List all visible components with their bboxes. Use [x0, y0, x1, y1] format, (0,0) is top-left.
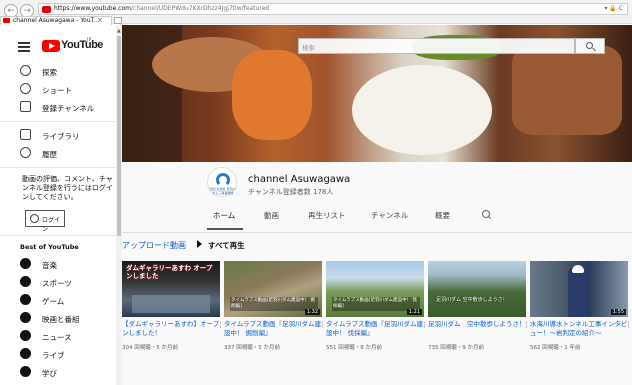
tab-title: channel Asuwagawa - YouT...: [13, 17, 100, 24]
video-title[interactable]: 【ダムギャラリーあすわ】オープンしました！: [122, 320, 220, 338]
video-duration: 1:21: [406, 309, 422, 315]
sidebar-item-shorts[interactable]: ショート: [0, 82, 120, 98]
compass-icon: [20, 65, 31, 76]
video-duration: 1:32: [304, 309, 320, 315]
sidebar-item-news[interactable]: ニュース: [0, 329, 120, 345]
sidebar-item-subscriptions[interactable]: 登録チャンネル: [0, 100, 120, 116]
video-thumbnail[interactable]: ダムギャラリーあすわ オープンしました: [122, 261, 220, 317]
channel-avatar[interactable]: 国土交通省 足羽川ダム工事事務所: [207, 167, 237, 197]
sidebar-divider: [0, 167, 120, 168]
video-thumbnail[interactable]: 1:55: [530, 261, 628, 317]
sidebar-item-learning[interactable]: 学び: [0, 365, 120, 381]
sports-icon: [20, 276, 31, 287]
channel-name: channel Asuwagawa: [248, 174, 351, 185]
video-title[interactable]: 水海川導水トンネル工事インタビュー！～岩判定の紹介～: [530, 320, 628, 338]
search-icon: [586, 42, 593, 49]
more-options-icon[interactable]: ⋮: [421, 321, 428, 329]
search-button[interactable]: [575, 38, 605, 54]
new-tab-button[interactable]: [114, 17, 122, 24]
sidebar-item-gaming[interactable]: ゲーム: [0, 293, 120, 309]
video-meta: 551 回視聴・8 か月前: [326, 345, 382, 351]
url-actions[interactable]: ▾ 🔒 C: [605, 5, 624, 12]
account-icon: [30, 214, 39, 223]
browser-tab[interactable]: channel Asuwagawa - YouT... ×: [0, 16, 112, 25]
movies-icon: [20, 312, 31, 323]
shorts-icon: [20, 83, 31, 94]
channel-logo-icon: [216, 173, 230, 187]
subscriber-count: チャンネル登録者数 178人: [248, 188, 334, 196]
search-input[interactable]: 検索: [298, 38, 575, 54]
live-icon: [20, 348, 31, 359]
video-thumbnail[interactable]: タイムラプス動画[足羽川ダム建設中！ 伐採編] 1:21: [326, 261, 424, 317]
video-meta: 735 回視聴・9 か月前: [428, 345, 484, 351]
tab-favicon-icon: [3, 18, 10, 23]
scroll-up-icon[interactable]: ▲: [117, 28, 121, 34]
youtube-logo[interactable]: YouTube JP: [42, 37, 103, 53]
sidebar-divider: [0, 235, 120, 236]
more-options-icon[interactable]: ⋮: [217, 321, 224, 329]
subscriptions-icon: [20, 101, 31, 112]
play-all-button[interactable]: すべて再生: [208, 240, 245, 251]
tab-playlists[interactable]: 再生リスト: [308, 210, 346, 221]
tab-about[interactable]: 概要: [435, 210, 450, 221]
tab-close-icon[interactable]: ×: [97, 16, 103, 24]
sidebar: YouTube JP 探索 ショート 登録チャンネル ライブラリ 履歴 動画の評…: [0, 25, 122, 385]
video-meta: 304 回視聴・5 か月前: [122, 345, 178, 351]
browser-toolbar: ← → https://www.youtube.com/channel/UDEP…: [0, 0, 632, 25]
video-meta: 337 回視聴・5 か月前: [224, 345, 280, 351]
news-icon: [20, 330, 31, 341]
video-thumbnail[interactable]: 足羽川ダム 空中散歩しようさ！: [428, 261, 526, 317]
url-text: https://www.youtube.com/channel/UDEPWdu7…: [54, 5, 270, 12]
tab-home[interactable]: ホーム: [213, 210, 235, 221]
sidebar-item-history[interactable]: 履歴: [0, 146, 120, 162]
sidebar-scroll-thumb[interactable]: [117, 36, 121, 236]
library-icon: [20, 129, 31, 140]
video-duration: 1:55: [610, 309, 626, 315]
more-options-icon[interactable]: ⋮: [319, 321, 326, 329]
sidebar-item-sports[interactable]: スポーツ: [0, 275, 120, 291]
video-title[interactable]: タイムラプス動画『足羽川ダム建設中！ 掘削編』: [224, 320, 322, 338]
video-title[interactable]: 足羽川ダム 空中散歩しようさ！: [428, 320, 526, 329]
gaming-icon: [20, 294, 31, 305]
sidebar-item-explore[interactable]: 探索: [0, 64, 120, 80]
tab-videos[interactable]: 動画: [264, 210, 279, 221]
hamburger-menu-icon[interactable]: [18, 42, 30, 54]
sidebar-item-live[interactable]: ライブ: [0, 347, 120, 363]
uploads-section-title[interactable]: アップロード動画: [122, 240, 186, 251]
more-options-icon[interactable]: ⋮: [523, 321, 530, 329]
channel-search-icon[interactable]: [482, 210, 490, 218]
tab-channels[interactable]: チャンネル: [371, 210, 408, 221]
music-icon: [20, 258, 31, 269]
learning-icon: [20, 366, 31, 377]
tabs-divider: [122, 232, 632, 233]
youtube-favicon-icon: [42, 6, 51, 13]
video-title[interactable]: タイムラプス動画『足羽川ダム建設中！ 伐採編』: [326, 320, 424, 338]
best-of-youtube-heading: Best of YouTube: [20, 243, 79, 251]
sidebar-divider: [0, 121, 120, 122]
signin-button[interactable]: ログイン: [25, 210, 65, 233]
video-thumbnail[interactable]: タイムラプス動画[足羽川ダム建設中！ 掘削編] 1:32: [224, 261, 322, 317]
address-bar[interactable]: https://www.youtube.com/channel/UDEPWdu7…: [38, 3, 628, 15]
channel-content: 国土交通省 足羽川ダム工事事務所 channel Asuwagawa チャンネル…: [122, 162, 632, 385]
sidebar-item-music[interactable]: 音楽: [0, 257, 120, 273]
video-meta: 562 回視聴・1 年前: [530, 345, 581, 351]
sidebar-item-library[interactable]: ライブラリ: [0, 128, 120, 144]
youtube-play-icon: [42, 40, 60, 52]
play-icon[interactable]: [197, 240, 202, 248]
active-tab-indicator: [207, 228, 243, 230]
more-options-icon[interactable]: ⋮: [625, 321, 632, 329]
history-icon: [20, 147, 31, 158]
sidebar-item-movies[interactable]: 映画と番組: [0, 311, 120, 327]
signin-prompt: 動画の評価、コメント、チャンネル登録を行うにはログインしてください。: [22, 175, 113, 201]
